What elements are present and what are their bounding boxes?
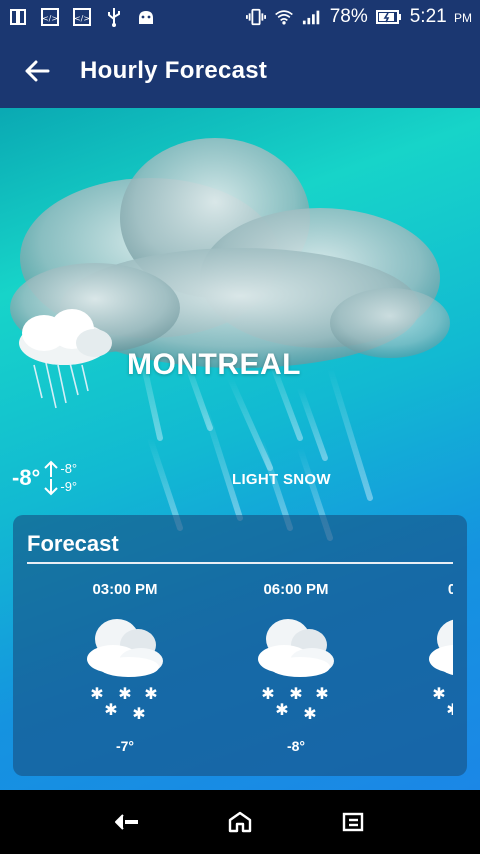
svg-text:✱: ✱ bbox=[446, 700, 453, 719]
back-nav-icon[interactable] bbox=[107, 802, 147, 842]
home-icon[interactable] bbox=[220, 802, 260, 842]
high-temperature: -8° bbox=[60, 461, 78, 476]
navigation-bar bbox=[0, 790, 480, 854]
code-icon: </> bbox=[40, 7, 60, 27]
code-icon: </> bbox=[72, 7, 92, 27]
snow-cloud-icon: ✱✱✱ ✱✱ bbox=[87, 619, 163, 723]
svg-text:✱: ✱ bbox=[289, 684, 302, 703]
battery-charging-icon bbox=[375, 7, 402, 27]
weather-panel: MONTREAL -8° -8° -9° LIGHT SNOW Forecast… bbox=[0, 108, 480, 790]
wifi-icon bbox=[274, 7, 294, 27]
svg-text:</>: </> bbox=[74, 14, 90, 23]
svg-text:✱: ✱ bbox=[90, 684, 103, 703]
forecast-time: 06:00 PM bbox=[263, 581, 329, 598]
forecast-title: Forecast bbox=[27, 531, 119, 556]
forecast-item[interactable]: 03:00 PM ✱ ✱ ✱ ✱ ✱ -7° bbox=[45, 581, 205, 754]
battery-percent: 78% bbox=[329, 6, 368, 27]
snow-cloud-icon: ✱✱✱ ✱✱ bbox=[258, 619, 334, 723]
back-arrow-icon[interactable] bbox=[22, 56, 52, 86]
svg-text:✱: ✱ bbox=[432, 684, 445, 703]
android-icon bbox=[136, 7, 156, 27]
forecast-card: Forecast 03:00 PM ✱ ✱ ✱ ✱ ✱ -7° 06:00 PM… bbox=[13, 515, 467, 776]
snow-cloud-icon bbox=[19, 309, 112, 409]
forecast-item[interactable]: 06:00 PM ✱ ✱ ✱ ✱ ✱ -8° bbox=[216, 581, 376, 754]
forecast-list[interactable]: 03:00 PM ✱ ✱ ✱ ✱ ✱ -7° 06:00 PM ✱ ✱ ✱ ✱ … bbox=[13, 581, 453, 771]
svg-text:✱: ✱ bbox=[132, 704, 145, 723]
svg-text:✱: ✱ bbox=[315, 684, 328, 703]
arrow-up-icon bbox=[44, 460, 59, 477]
weather-condition: LIGHT SNOW bbox=[232, 471, 331, 488]
forecast-time: 03:00 PM bbox=[92, 581, 158, 598]
vibrate-icon bbox=[245, 7, 266, 27]
signal-icon bbox=[302, 7, 322, 27]
forecast-item[interactable]: 09:00 ✱✱✱ ✱✱ -9 bbox=[387, 581, 453, 754]
svg-text:</>: </> bbox=[42, 14, 58, 23]
screen-icon bbox=[8, 7, 28, 27]
arrow-down-icon bbox=[44, 479, 59, 496]
low-temperature: -9° bbox=[60, 479, 78, 494]
usb-icon bbox=[104, 7, 124, 27]
forecast-temp: -9 bbox=[387, 738, 453, 754]
snow-cloud-icon: ✱✱✱ ✱✱ bbox=[429, 619, 453, 719]
svg-text:✱: ✱ bbox=[261, 684, 274, 703]
forecast-time: 09:00 bbox=[447, 581, 453, 598]
forecast-temp: -7° bbox=[115, 738, 135, 754]
svg-text:✱: ✱ bbox=[118, 684, 131, 703]
svg-text:✱: ✱ bbox=[275, 700, 288, 719]
city-name: MONTREAL bbox=[127, 348, 301, 381]
recents-icon[interactable] bbox=[333, 802, 373, 842]
temperature-block: -8° -8° -9° bbox=[12, 460, 77, 496]
clock: 5:21 PM bbox=[409, 6, 472, 27]
divider bbox=[27, 562, 453, 564]
svg-text:✱: ✱ bbox=[144, 684, 157, 703]
status-bar: </> </> 78% 5:21 PM bbox=[0, 0, 480, 34]
svg-text:✱: ✱ bbox=[303, 704, 316, 723]
current-temperature: -8° bbox=[12, 465, 41, 490]
page-title: Hourly Forecast bbox=[80, 57, 268, 84]
svg-text:✱: ✱ bbox=[104, 700, 117, 719]
forecast-temp: -8° bbox=[286, 738, 306, 754]
app-bar: Hourly Forecast bbox=[0, 34, 480, 108]
